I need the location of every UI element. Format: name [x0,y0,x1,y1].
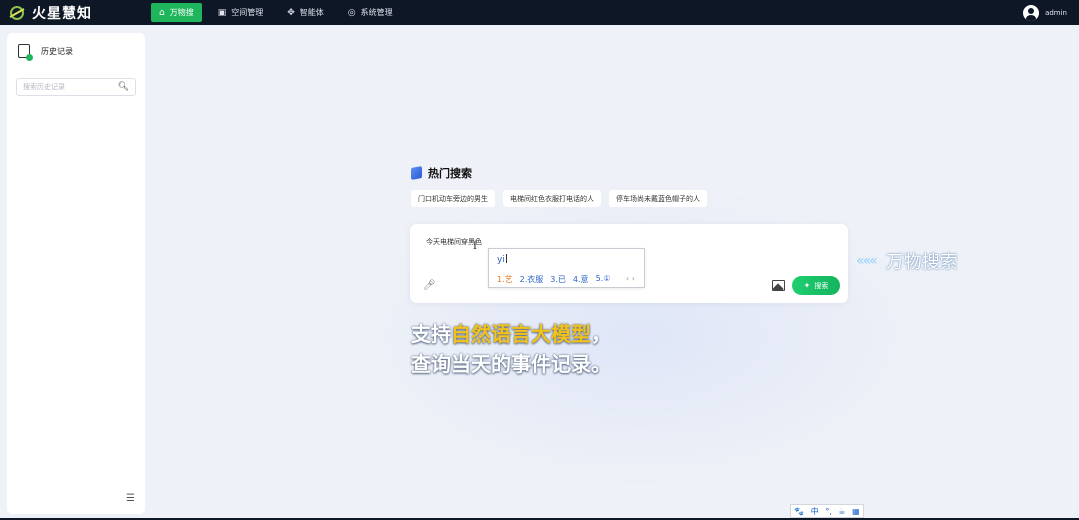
ime-page-arrows[interactable]: ‹ › [626,274,635,283]
home-icon: ⌂ [159,7,165,18]
username: admin [1045,8,1067,17]
nav-item-space-management[interactable]: ▣ 空间管理 [210,3,272,22]
user-menu[interactable]: admin [1023,4,1067,21]
slogan-suffix: ， [591,322,611,346]
logo-icon [9,5,25,20]
ime-paw-icon[interactable]: 🐾 [794,507,804,516]
history-sidebar: 历史记录 🔍︎ ☰ [7,33,145,514]
sidebar-title: 历史记录 [41,46,73,56]
text-cursor-icon: I [473,241,477,252]
ime-candidate[interactable]: 3.已 [550,274,566,285]
hot-search-header: 热门搜索 [411,165,472,181]
search-button-label: 搜索 [814,281,829,290]
sidebar-header: 历史记录 [18,44,73,61]
slogan-prefix: 支持 [411,322,451,346]
app-name: 火星慧知 [32,5,92,22]
slogan: 支持自然语言大模型， 查询当天的事件记录。 [411,319,611,379]
chevrons-left-icon: ««« [856,253,878,269]
ime-status-bar: 🐾 中 °, ☕ ▦ [790,504,864,518]
wanwu-search-badge: ««« 万物搜索 [856,248,958,274]
hot-search-chip[interactable]: 电梯间红色衣服打电话的人 [503,190,601,207]
slogan-highlight: 自然语言大模型 [451,322,591,346]
ime-pinyin: yi [497,255,505,265]
ime-punctuation-icon[interactable]: °, [825,507,832,516]
hot-search-chip[interactable]: 门口机动车旁边的男生 [411,190,495,207]
space-icon: ▣ [217,7,227,18]
ime-candidate[interactable]: 5.① [596,274,611,285]
nav-item-label: 万物搜 [169,8,194,17]
ime-candidate[interactable]: 1.艺 [497,274,513,285]
ime-candidate[interactable]: 2.衣服 [520,274,544,285]
slogan-line-1: 支持自然语言大模型， [411,319,611,349]
search-button[interactable]: ✦ 搜索 [792,276,840,295]
history-icon [18,44,33,61]
main-nav: ⌂ 万物搜 ▣ 空间管理 ✥ 智能体 ◎ 系统管理 [151,0,409,25]
nav-item-wanwusou[interactable]: ⌂ 万物搜 [151,3,202,22]
hot-search-title: 热门搜索 [428,167,472,180]
nav-item-label: 空间管理 [231,8,264,17]
collapse-sidebar-icon[interactable]: ☰ [126,493,135,504]
ime-chinese-mode[interactable]: 中 [811,506,819,517]
ime-cup-icon[interactable]: ☕ [838,507,845,516]
microphone-icon[interactable]: 🎤︎ [423,280,436,291]
avatar-icon [1023,4,1040,21]
nav-item-label: 系统管理 [360,8,393,17]
hot-search-chips: 门口机动车旁边的男生 电梯间红色衣服打电话的人 停车场尚未戴蓝色帽子的人 [411,190,715,207]
badge-label: 万物搜索 [885,252,958,273]
nav-item-system-management[interactable]: ◎ 系统管理 [340,3,401,22]
image-upload-icon[interactable] [772,280,785,291]
hot-search-icon [411,166,422,180]
ime-candidate[interactable]: 4.意 [573,274,589,285]
brand[interactable]: 火星慧知 [8,3,148,23]
system-settings-icon: ◎ [347,7,356,18]
agent-icon: ✥ [287,7,295,18]
ime-candidates: 1.艺 2.衣服 3.已 4.意 5.① [497,274,617,285]
top-navbar: 火星慧知 ⌂ 万物搜 ▣ 空间管理 ✥ 智能体 ◎ 系统管理 admin [0,0,1079,25]
history-search-input[interactable] [23,83,115,91]
ime-candidate-popup: yi 1.艺 2.衣服 3.已 4.意 5.① ‹ › [488,248,645,288]
sparkle-icon: ✦ [803,281,811,290]
hot-search-chip[interactable]: 停车场尚未戴蓝色帽子的人 [609,190,707,207]
nav-item-agent[interactable]: ✥ 智能体 [279,3,332,22]
history-search: 🔍︎ [16,78,136,96]
ime-grid-icon[interactable]: ▦ [852,507,860,516]
search-icon[interactable]: 🔍︎ [118,82,129,92]
nav-item-label: 智能体 [299,8,324,17]
slogan-line-2: 查询当天的事件记录。 [411,352,611,376]
